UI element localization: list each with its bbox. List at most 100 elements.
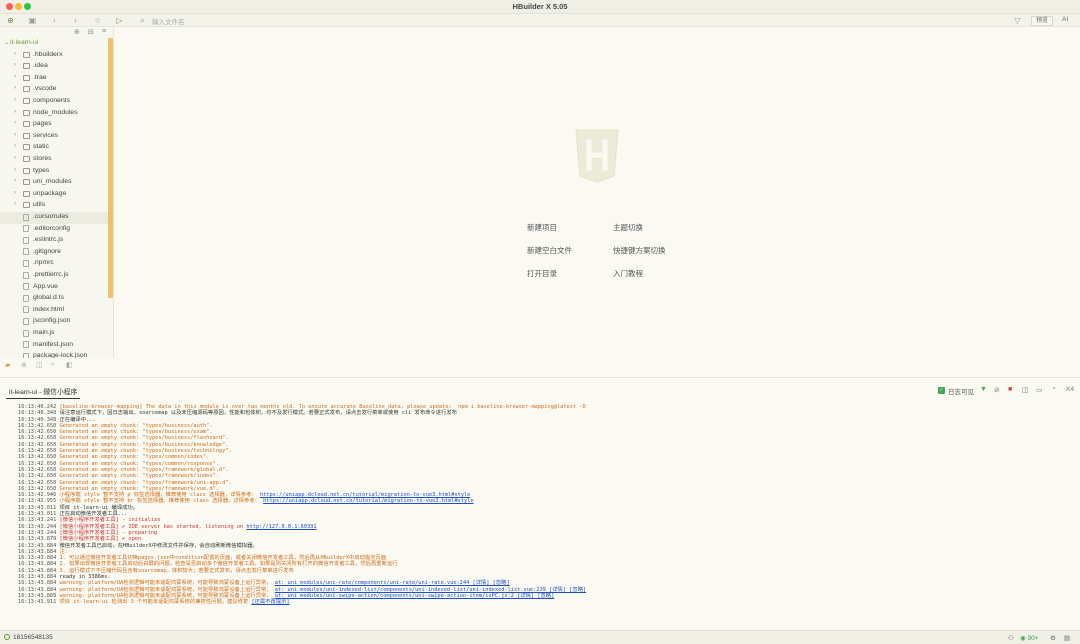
chevron-right-icon[interactable]: ›: [14, 155, 16, 161]
tree-file[interactable]: manifest.json: [0, 340, 108, 352]
chevron-right-icon[interactable]: ›: [14, 97, 16, 103]
tree-file[interactable]: jsconfig.json: [0, 316, 108, 328]
tree-file[interactable]: .prettierrc.js: [0, 270, 108, 282]
chevron-right-icon[interactable]: ›: [14, 143, 16, 149]
log-visible-checkbox[interactable]: ✓: [938, 387, 945, 394]
filter-icon[interactable]: ▽: [1012, 15, 1023, 26]
collapse-panel-icon[interactable]: ⌃: [1051, 386, 1057, 394]
chevron-right-icon[interactable]: ›: [14, 178, 16, 184]
file-search-input[interactable]: 输入文件名: [152, 16, 185, 26]
chevron-right-icon[interactable]: ›: [14, 85, 16, 91]
new-blank-file-link[interactable]: 新建空白文件: [527, 245, 572, 256]
tree-file[interactable]: .editorconfig: [0, 224, 108, 236]
chevron-down-icon[interactable]: ⌄: [4, 39, 9, 46]
tree-item-label: unpackage: [33, 189, 67, 197]
tree-item-label: .vscode: [33, 85, 57, 93]
tree-folder[interactable]: › node_modules: [0, 108, 108, 120]
chevron-right-icon[interactable]: ›: [14, 51, 16, 57]
console-link[interactable]: https://uniapp.dcloud.net.cn/tutorial/mi…: [263, 498, 473, 504]
console-tab[interactable]: it-learn-ui - 微信小程序: [6, 385, 81, 399]
tree-folder[interactable]: › uni_modules: [0, 177, 108, 189]
save-icon[interactable]: ▣: [27, 15, 38, 26]
tree-folder[interactable]: › utils: [0, 200, 108, 212]
console-text: [微信小程序开发者工具] - initialize: [59, 517, 161, 524]
tree-folder[interactable]: › components: [0, 96, 108, 108]
tree-file[interactable]: global.d.ts: [0, 293, 108, 305]
zoom-indicator[interactable]: ◉ 90+: [1020, 634, 1039, 642]
tree-folder[interactable]: › static: [0, 142, 108, 154]
menu-icon[interactable]: ≡: [102, 28, 106, 35]
plugin-icon[interactable]: ◫: [36, 361, 43, 369]
console-link[interactable]: [还需不再提示]: [251, 599, 289, 605]
new-file-icon[interactable]: ⊕: [5, 15, 16, 26]
settings-icon[interactable]: ⚙: [1050, 634, 1056, 642]
layout-icon[interactable]: ▤: [1064, 634, 1070, 642]
intro-tutorial-link[interactable]: 入门教程: [613, 268, 643, 279]
tree-folder[interactable]: › pages: [0, 119, 108, 131]
collapse-icon[interactable]: ⊟: [88, 28, 94, 36]
extension-icon[interactable]: ◧: [66, 361, 73, 369]
tree-folder[interactable]: › .vscode: [0, 84, 108, 96]
screenshot-icon[interactable]: ▭: [1036, 386, 1043, 394]
console-link[interactable]: at: uni_modules/uni-indexed-list/compone…: [275, 587, 586, 593]
tree-file[interactable]: App.vue: [0, 282, 108, 294]
back-icon[interactable]: ‹: [49, 15, 60, 26]
open-directory-link[interactable]: 打开目录: [527, 268, 557, 279]
split-icon[interactable]: ◫: [1022, 386, 1029, 394]
keymap-switch-link[interactable]: 快捷键方案切换: [613, 245, 666, 256]
run-icon[interactable]: ▷: [114, 15, 125, 26]
tree-file[interactable]: .eslintrc.js: [0, 235, 108, 247]
tree-file[interactable]: package-lock.json: [0, 351, 108, 358]
tree-root[interactable]: ⌄ it-learn-ui: [0, 38, 108, 50]
add-icon[interactable]: ⊕: [74, 28, 80, 36]
project-folder-icon[interactable]: ▰: [5, 361, 10, 369]
title-bar: HBuilder X 5.05: [0, 0, 1080, 14]
tree-file[interactable]: index.html: [0, 305, 108, 317]
git-icon[interactable]: ⊗: [21, 361, 27, 369]
tree-folder[interactable]: › .trae: [0, 73, 108, 85]
new-project-link[interactable]: 新建项目: [527, 222, 557, 233]
console-timestamp: 16:13:43.889: [18, 592, 57, 599]
font-scale-button[interactable]: X4: [1066, 386, 1074, 393]
chevron-right-icon[interactable]: ›: [14, 62, 16, 68]
tree-file[interactable]: main.js: [0, 328, 108, 340]
tree-folder[interactable]: › unpackage: [0, 189, 108, 201]
tree-file[interactable]: .gitignore: [0, 247, 108, 259]
chevron-right-icon[interactable]: ›: [14, 120, 16, 126]
folder-icon: [23, 190, 30, 197]
chevron-right-icon[interactable]: ›: [14, 74, 16, 80]
forward-icon[interactable]: ›: [70, 15, 81, 26]
console-timestamp: 16:13:43.241: [18, 517, 57, 524]
console-link[interactable]: at: uni_modules/uni-swipe-action/compone…: [275, 593, 555, 599]
tree-folder[interactable]: › .idea: [0, 61, 108, 73]
theme-switch-link[interactable]: 主题切换: [613, 222, 643, 233]
chevron-right-icon[interactable]: ›: [14, 132, 16, 138]
tree-file[interactable]: .cursorrules: [0, 212, 108, 224]
user-account[interactable]: 18156548135: [4, 634, 53, 641]
tree-folder[interactable]: › services: [0, 131, 108, 143]
search-icon[interactable]: ⌕: [51, 361, 55, 369]
filter-log-icon[interactable]: ▼: [980, 386, 987, 393]
console-timestamp: 16:13:42.650: [18, 460, 57, 467]
chevron-right-icon[interactable]: ›: [14, 109, 16, 115]
clear-log-icon[interactable]: ⊘: [994, 386, 1000, 394]
tree-folder[interactable]: › types: [0, 166, 108, 178]
folder-icon: [23, 156, 30, 162]
star-icon[interactable]: ☆: [92, 15, 103, 26]
console-text: Generated an empty chunk: "types/framewo…: [59, 485, 219, 492]
tree-folder[interactable]: › stores: [0, 154, 108, 166]
notification-icon[interactable]: ⚇: [1008, 634, 1014, 642]
tree-file[interactable]: .npmrc: [0, 258, 108, 270]
preview-button[interactable]: 预览: [1031, 15, 1053, 26]
console-link[interactable]: http://127.0.0.1:60331: [246, 524, 316, 530]
stop-icon[interactable]: ■: [1008, 386, 1012, 393]
project-explorer: ⊕ ⊟ ≡ ⌄ it-learn-ui › .hbuilderx › .idea › .tra…: [0, 27, 114, 358]
chevron-right-icon[interactable]: ›: [14, 167, 16, 173]
explorer-scrollbar[interactable]: [108, 38, 113, 298]
chevron-right-icon[interactable]: ›: [14, 190, 16, 196]
chevron-right-icon[interactable]: ›: [14, 201, 16, 207]
console-link[interactable]: at: uni_modules/uni-rate/components/uni-…: [275, 580, 510, 586]
ai-button[interactable]: AI: [1062, 16, 1068, 23]
file-icon: [23, 329, 29, 337]
tree-folder[interactable]: › .hbuilderx: [0, 50, 108, 62]
